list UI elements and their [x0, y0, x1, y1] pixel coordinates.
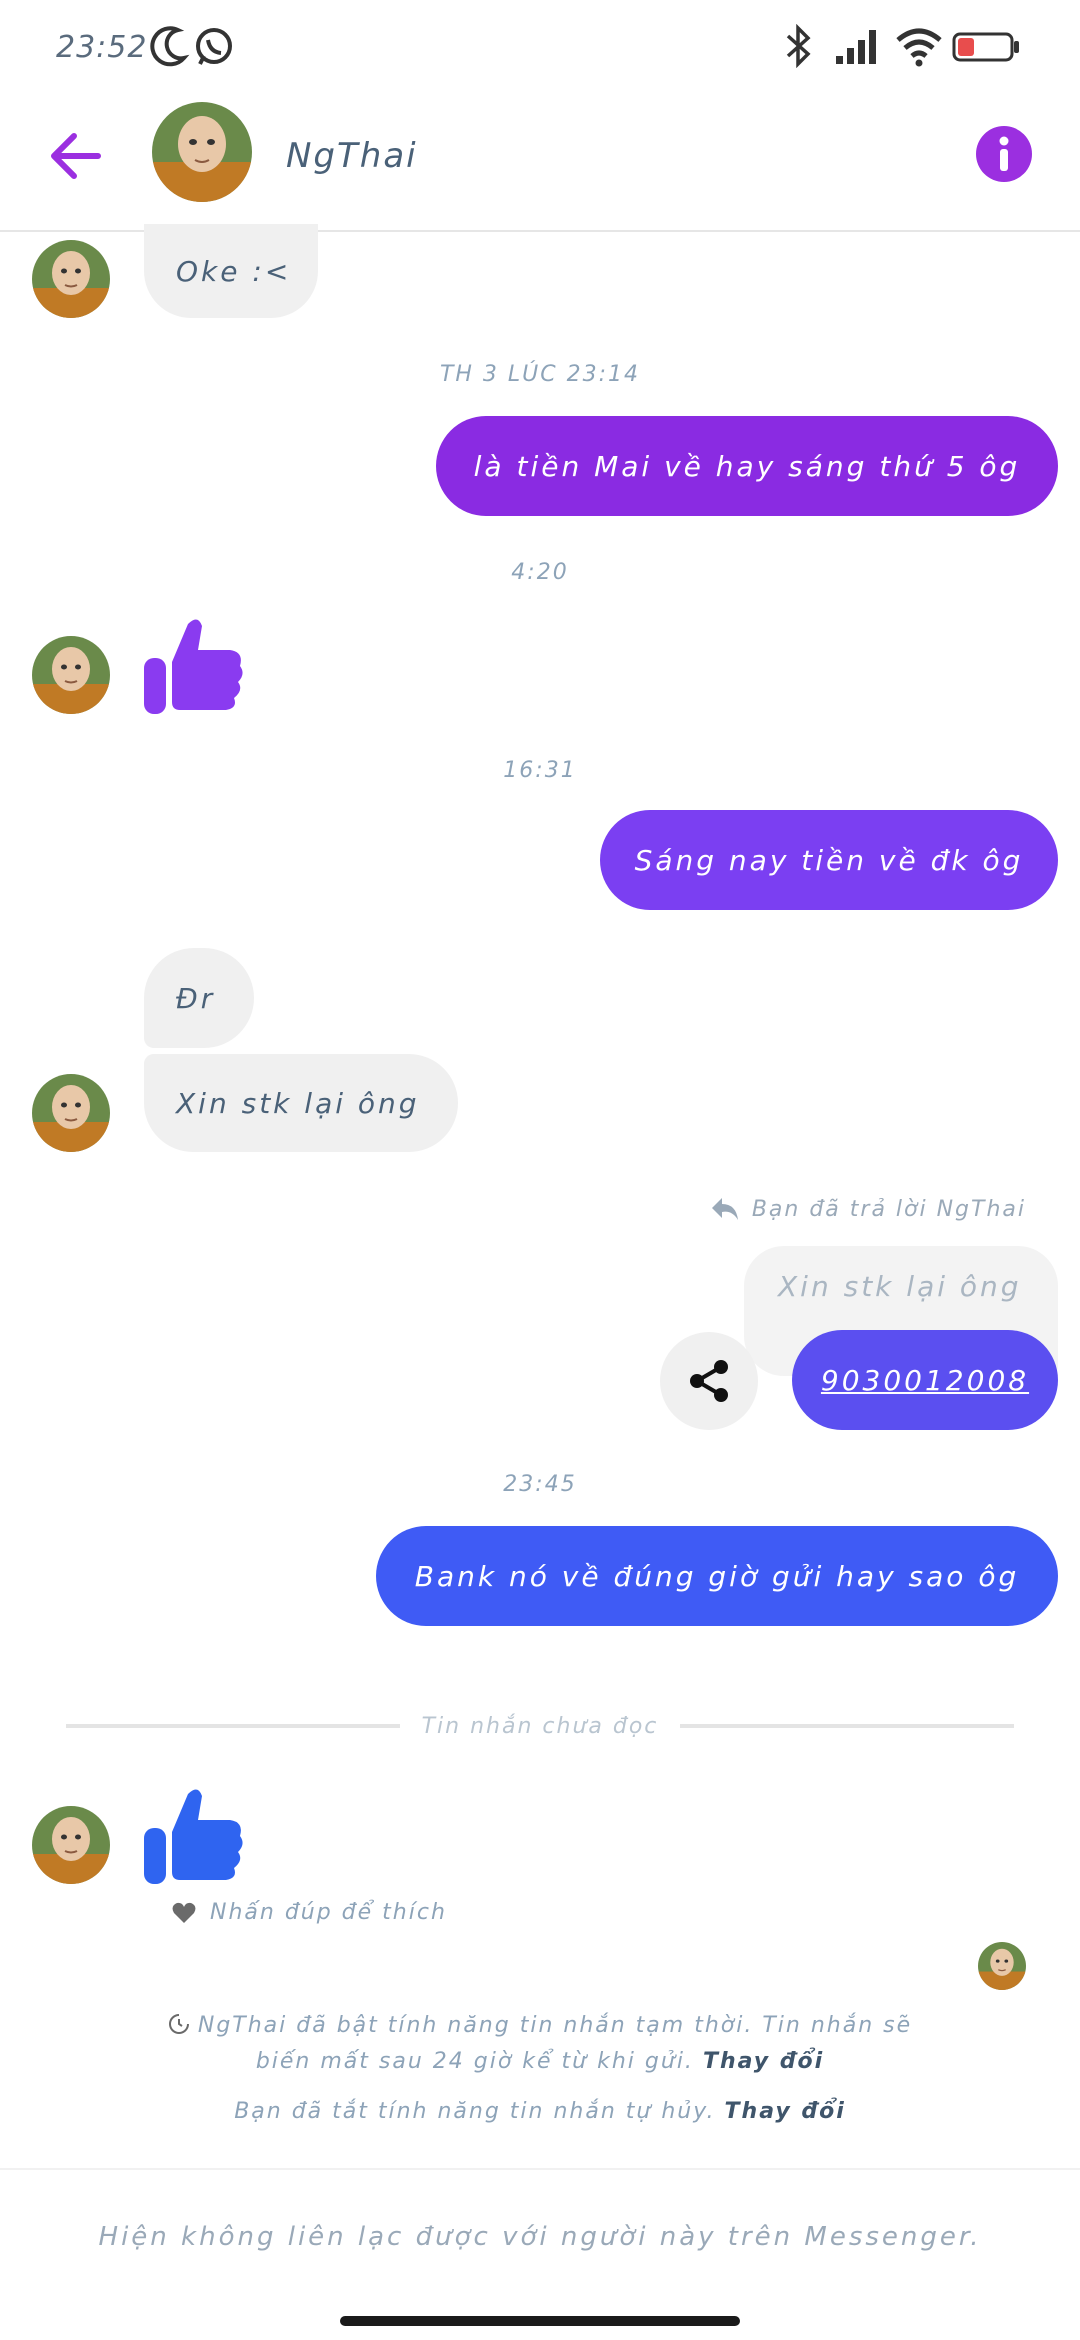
share-button[interactable] [660, 1332, 758, 1430]
moon-icon [150, 26, 190, 67]
sender-avatar[interactable] [32, 1074, 110, 1152]
contact-name[interactable]: NgThai [286, 136, 418, 176]
thumbs-up-icon[interactable] [142, 610, 246, 714]
message-bubble[interactable]: Đr [144, 948, 254, 1048]
wifi-icon [896, 28, 942, 67]
timestamp: 23:45 [503, 1472, 577, 1497]
thumbs-up-icon[interactable] [142, 1780, 246, 1884]
timestamp: 16:31 [503, 758, 577, 783]
info-icon[interactable] [976, 126, 1032, 182]
bluetooth-icon [786, 24, 811, 68]
timestamp: TH 3 LÚC 23:14 [439, 362, 641, 387]
battery-icon [952, 32, 1019, 62]
heart-icon [172, 1902, 196, 1923]
unavailable-text: Hiện không liên lạc được với người này t… [98, 2222, 982, 2252]
message-bubble-link[interactable]: 9030012008 [792, 1330, 1058, 1430]
timestamp: 4:20 [511, 560, 569, 585]
back-arrow-icon[interactable] [44, 124, 108, 188]
sender-avatar[interactable] [32, 636, 110, 714]
self-destruct-text: Bạn đã tắt tính năng tin nhắn tự hủy. [234, 2099, 716, 2124]
chat-header: NgThai [0, 96, 1080, 232]
sender-avatar[interactable] [32, 240, 110, 318]
reply-note-text: Bạn đã trả lời NgThai [751, 1196, 1026, 1222]
message-bubble[interactable]: Bank nó về đúng giờ gửi hay sao ôg [376, 1526, 1058, 1626]
home-indicator[interactable] [340, 2316, 740, 2326]
seen-avatar [978, 1942, 1026, 1990]
status-time: 23:52 [56, 30, 148, 65]
reply-indicator: Bạn đã trả lời NgThai [710, 1196, 1026, 1222]
contact-avatar[interactable] [152, 102, 252, 202]
message-bubble[interactable]: Oke :< [144, 224, 318, 318]
unread-divider-label: Tin nhắn chưa đọc [421, 1714, 659, 1739]
double-tap-hint: Nhấn đúp để thích [172, 1900, 447, 1925]
message-bubble[interactable]: Sáng nay tiền về đk ôg [600, 810, 1058, 910]
message-bubble[interactable]: là tiền Mai về hay sáng thứ 5 ôg [436, 416, 1058, 516]
self-destruct-notice: Bạn đã tắt tính năng tin nhắn tự hủy. Th… [160, 2094, 920, 2130]
timer-icon [168, 2014, 189, 2034]
temp-change-link[interactable]: Thay đổi [703, 2049, 824, 2074]
double-tap-hint-text: Nhấn đúp để thích [210, 1900, 447, 1925]
sender-avatar[interactable] [32, 1806, 110, 1884]
message-bubble[interactable]: Xin stk lại ông [144, 1054, 458, 1152]
unavailable-footer: Hiện không liên lạc được với người này t… [0, 2168, 1080, 2340]
share-icon [690, 1360, 728, 1402]
reply-arrow-icon [711, 1198, 738, 1220]
temp-messages-notice: NgThai đã bật tính năng tin nhắn tạm thờ… [160, 2008, 920, 2080]
self-destruct-change-link[interactable]: Thay đổi [725, 2099, 846, 2124]
status-bar: 23:52 [0, 0, 1080, 96]
whatsapp-icon [196, 28, 232, 65]
signal-icon [836, 30, 876, 64]
